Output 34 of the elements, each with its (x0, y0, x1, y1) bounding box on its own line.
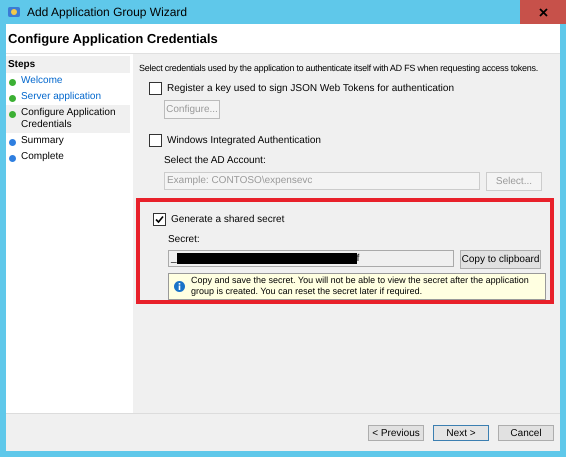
checkbox-label[interactable]: Register a key used to sign JSON Web Tokens for authentication (167, 80, 454, 96)
next-button[interactable]: Next > (433, 424, 489, 440)
close-icon (538, 8, 548, 16)
secret-field[interactable]: _ f (168, 250, 454, 266)
checkbox-label[interactable]: Windows Integrated Authentication (167, 132, 321, 148)
close-button[interactable] (520, 0, 566, 24)
cancel-button[interactable]: Cancel (498, 424, 554, 440)
page-title: Configure Application Credentials (8, 30, 218, 48)
info-icon (174, 280, 185, 292)
copy-to-clipboard-button[interactable]: Copy to clipboard (460, 250, 541, 268)
step-item[interactable]: Complete (6, 149, 130, 165)
info-text: Copy and save the secret. You will not be able to view the secret after the application group is created. You can reset the secret later if required. (191, 275, 530, 297)
window-title: Add Application Group Wizard (27, 4, 188, 21)
field-label: Secret: (168, 232, 201, 246)
app-icon (7, 5, 21, 19)
step-item[interactable]: Server application (6, 89, 130, 105)
step-label: Welcome (21, 75, 62, 87)
previous-button[interactable]: < Previous (368, 424, 424, 440)
step-item[interactable]: Configure Application Credentials (6, 105, 130, 133)
secret-text: _ (171, 252, 177, 266)
step-label: Server application (21, 91, 102, 103)
step-label: Summary (21, 135, 64, 147)
step-label: Complete (21, 151, 64, 163)
intro-text: Select credentials used by the application to authenticate itself with AD FS when requesting access tokens. (139, 62, 539, 75)
checkbox[interactable] (149, 82, 162, 94)
field-label: Select the AD Account: (164, 154, 267, 168)
steps-heading: Steps (8, 58, 36, 72)
checkbox[interactable] (153, 212, 166, 226)
step-item[interactable]: Welcome (6, 73, 130, 89)
checkbox-label[interactable]: Generate a shared secret (171, 212, 284, 226)
checkbox[interactable] (149, 134, 162, 146)
step-item[interactable]: Summary (6, 133, 130, 149)
step-label: Configure Application Credentials (21, 107, 117, 131)
secret-text: f (356, 252, 360, 266)
